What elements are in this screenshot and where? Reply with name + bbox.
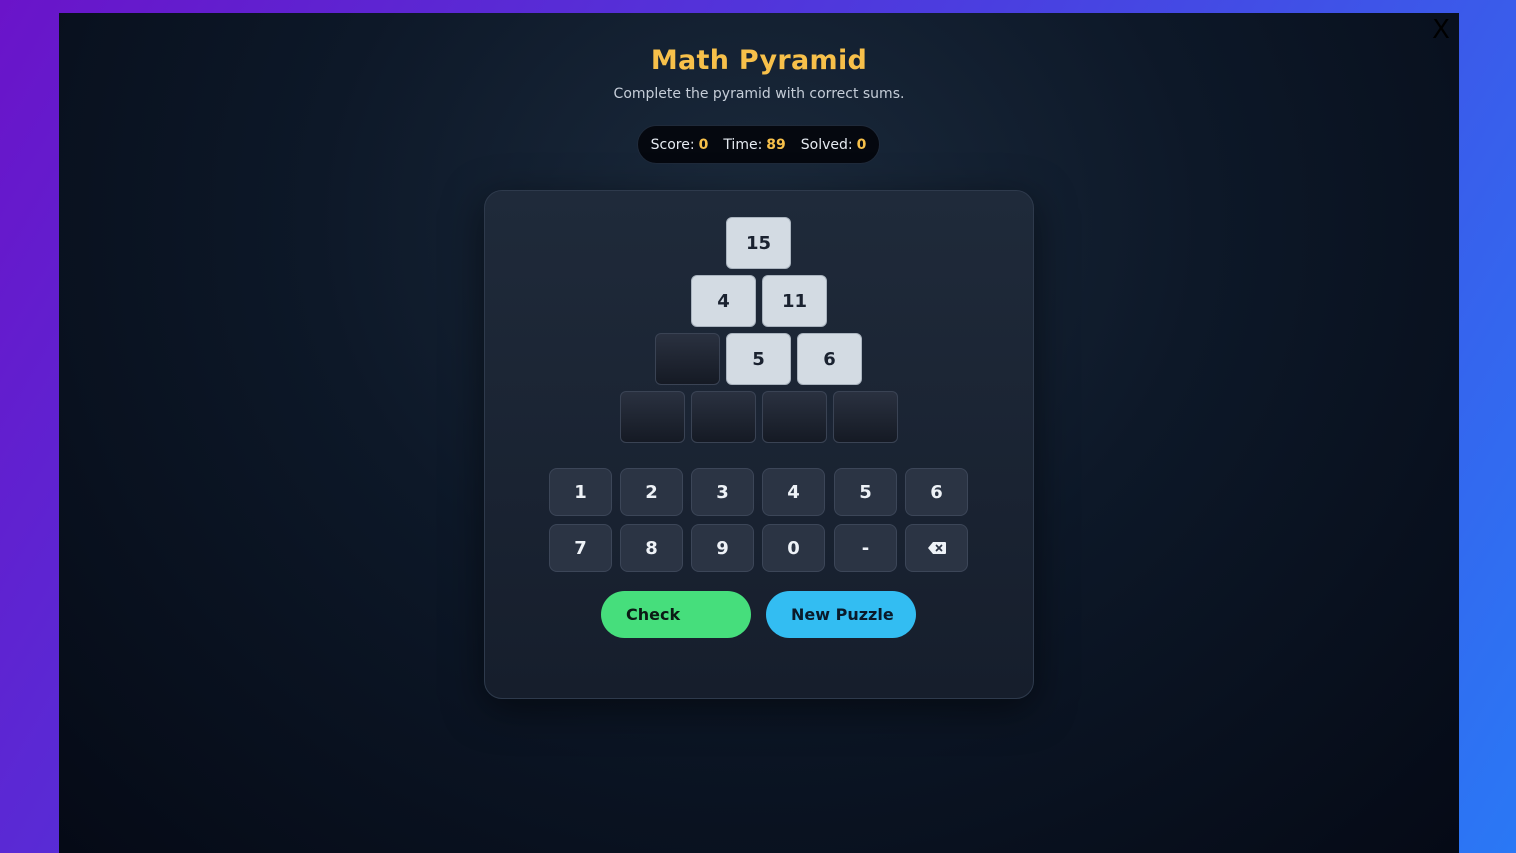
solved-stat: Solved: 0 — [801, 137, 867, 153]
time-label: Time: — [723, 136, 763, 153]
backspace-icon — [927, 542, 946, 554]
key-8[interactable]: 8 — [620, 524, 683, 572]
new-puzzle-button[interactable]: New Puzzle — [766, 591, 916, 638]
key-1[interactable]: 1 — [549, 468, 612, 516]
pyramid-cell-2-0[interactable] — [655, 333, 720, 385]
check-button[interactable]: Check — [601, 591, 751, 638]
pyramid-cell-0-0[interactable]: 15 — [726, 217, 791, 269]
backspace-button[interactable] — [905, 524, 968, 572]
time-stat: Time: 89 — [723, 137, 785, 153]
pyramid-cell-3-3[interactable] — [833, 391, 898, 443]
close-button[interactable]: X — [1429, 15, 1453, 45]
key-7[interactable]: 7 — [549, 524, 612, 572]
pyramid-cell-1-1[interactable]: 11 — [762, 275, 827, 327]
key-5[interactable]: 5 — [834, 468, 897, 516]
pyramid-cell-3-2[interactable] — [762, 391, 827, 443]
pyramid-cell-2-2[interactable]: 6 — [797, 333, 862, 385]
game-title: Math Pyramid — [650, 45, 868, 76]
key-2[interactable]: 2 — [620, 468, 683, 516]
key-3[interactable]: 3 — [691, 468, 754, 516]
time-value: 89 — [766, 136, 786, 153]
pyramid-cell-1-0[interactable]: 4 — [691, 275, 756, 327]
key-4[interactable]: 4 — [762, 468, 825, 516]
game-board: 15 4 11 5 6 1 2 3 4 5 6 7 8 9 0 - Check … — [484, 190, 1034, 699]
pyramid-cell-3-1[interactable] — [691, 391, 756, 443]
key-6[interactable]: 6 — [905, 468, 968, 516]
key-minus[interactable]: - — [834, 524, 897, 572]
pyramid-cell-3-0[interactable] — [620, 391, 685, 443]
game-subtitle: Complete the pyramid with correct sums. — [613, 86, 905, 102]
stats-bar: Score: 0 Time: 89 Solved: 0 — [637, 125, 880, 164]
score-stat: Score: 0 — [651, 137, 709, 153]
key-0[interactable]: 0 — [762, 524, 825, 572]
solved-label: Solved: — [800, 136, 853, 153]
game-window: X Math Pyramid Complete the pyramid with… — [59, 13, 1459, 853]
key-9[interactable]: 9 — [691, 524, 754, 572]
solved-value: 0 — [856, 136, 867, 153]
score-value: 0 — [698, 136, 709, 153]
pyramid-cell-2-1[interactable]: 5 — [726, 333, 791, 385]
score-label: Score: — [650, 136, 695, 153]
